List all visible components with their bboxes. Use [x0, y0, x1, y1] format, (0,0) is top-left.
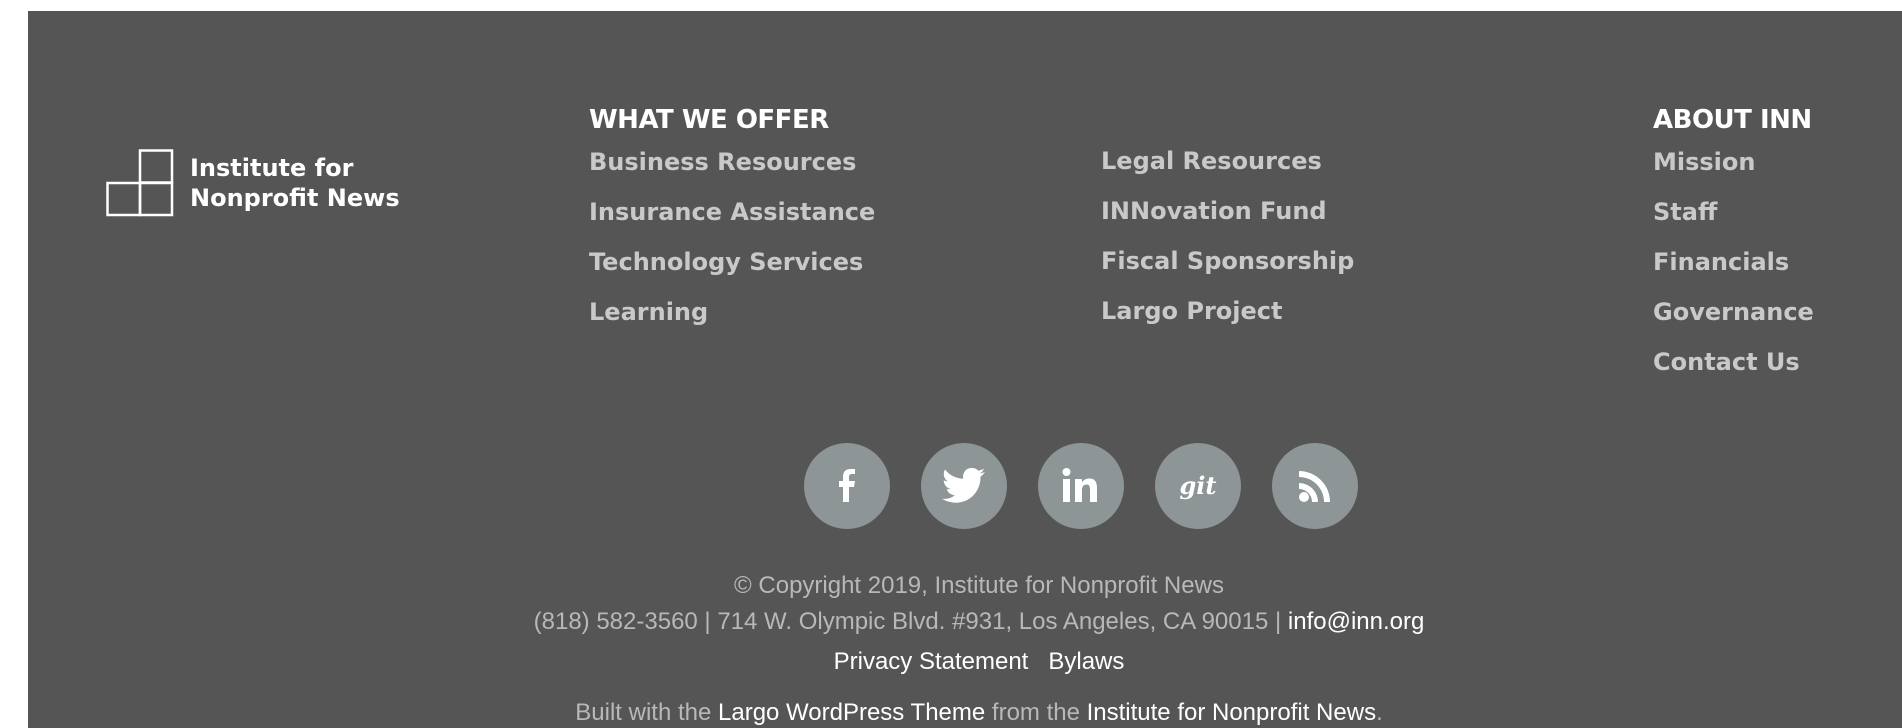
- list-item: Learning: [589, 297, 875, 347]
- logo-line-1: Institute for: [190, 154, 354, 182]
- rss-glyph: [1299, 471, 1330, 502]
- link-innovation-fund[interactable]: INNovation Fund: [1101, 196, 1327, 226]
- link-business-resources[interactable]: Business Resources: [589, 147, 856, 177]
- social-links: git: [804, 443, 1358, 529]
- address-text: (818) 582-3560 | 714 W. Olympic Blvd. #9…: [533, 608, 1288, 635]
- bylaws-link[interactable]: Bylaws: [1048, 648, 1124, 675]
- privacy-statement-link[interactable]: Privacy Statement: [834, 648, 1029, 675]
- site-footer: Institute for Nonprofit News WHAT WE OFF…: [28, 11, 1902, 728]
- link-technology-services[interactable]: Technology Services: [589, 247, 863, 277]
- link-financials[interactable]: Financials: [1653, 247, 1789, 277]
- legal-links: Privacy Statement Bylaws: [28, 648, 1902, 676]
- link-insurance-assistance[interactable]: Insurance Assistance: [589, 197, 875, 227]
- credit-line: Built with the Largo WordPress Theme fro…: [28, 699, 1902, 727]
- inn-logo-icon: [106, 149, 174, 217]
- twitter-icon[interactable]: [921, 443, 1007, 529]
- list-item: Technology Services: [589, 247, 875, 297]
- what-we-offer-column: WHAT WE OFFER Business Resources Insuran…: [589, 105, 875, 347]
- largo-theme-link[interactable]: Largo WordPress Theme: [718, 699, 985, 726]
- github-glyph: git: [1180, 471, 1217, 500]
- facebook-icon[interactable]: [804, 443, 890, 529]
- credit-suffix: .: [1376, 699, 1383, 726]
- link-largo-project[interactable]: Largo Project: [1101, 296, 1282, 326]
- link-governance[interactable]: Governance: [1653, 297, 1814, 327]
- list-item: Business Resources: [589, 147, 875, 197]
- copyright-text: © Copyright 2019, Institute for Nonprofi…: [734, 572, 1224, 599]
- github-icon[interactable]: git: [1155, 443, 1241, 529]
- linkedin-icon[interactable]: [1038, 443, 1124, 529]
- credit-middle: from the: [985, 699, 1087, 726]
- logo-text: Institute for Nonprofit News: [190, 153, 400, 213]
- list-item: Largo Project: [1101, 296, 1354, 346]
- link-mission[interactable]: Mission: [1653, 147, 1755, 177]
- facebook-glyph: [839, 469, 855, 502]
- git-text: git: [1180, 471, 1217, 500]
- inn-logo-link[interactable]: Institute for Nonprofit News: [106, 149, 400, 217]
- about-inn-heading: ABOUT INN: [1653, 105, 1812, 135]
- list-item: Governance: [1653, 297, 1814, 347]
- list-item: Fiscal Sponsorship: [1101, 246, 1354, 296]
- list-item: INNovation Fund: [1101, 196, 1354, 246]
- list-item: Mission: [1653, 147, 1814, 197]
- list-item: Contact Us: [1653, 347, 1814, 397]
- linkedin-glyph: [1062, 468, 1097, 502]
- what-we-offer-column-2: Legal Resources INNovation Fund Fiscal S…: [1101, 146, 1354, 346]
- list-item: Financials: [1653, 247, 1814, 297]
- rss-icon[interactable]: [1272, 443, 1358, 529]
- link-contact-us[interactable]: Contact Us: [1653, 347, 1800, 377]
- credit-prefix: Built with the: [575, 699, 718, 726]
- what-we-offer-heading: WHAT WE OFFER: [589, 105, 829, 135]
- list-item: Staff: [1653, 197, 1814, 247]
- about-inn-column: ABOUT INN Mission Staff Financials Gover…: [1653, 105, 1814, 397]
- twitter-glyph: [942, 467, 985, 503]
- email-link[interactable]: info@inn.org: [1288, 608, 1424, 635]
- link-learning[interactable]: Learning: [589, 297, 708, 327]
- link-legal-resources[interactable]: Legal Resources: [1101, 146, 1322, 176]
- contact-line: (818) 582-3560 | 714 W. Olympic Blvd. #9…: [28, 608, 1902, 636]
- link-fiscal-sponsorship[interactable]: Fiscal Sponsorship: [1101, 246, 1354, 276]
- link-staff[interactable]: Staff: [1653, 197, 1717, 227]
- logo-line-2: Nonprofit News: [190, 184, 400, 212]
- list-item: Insurance Assistance: [589, 197, 875, 247]
- inn-link[interactable]: Institute for Nonprofit News: [1087, 699, 1376, 726]
- list-item: Legal Resources: [1101, 146, 1354, 196]
